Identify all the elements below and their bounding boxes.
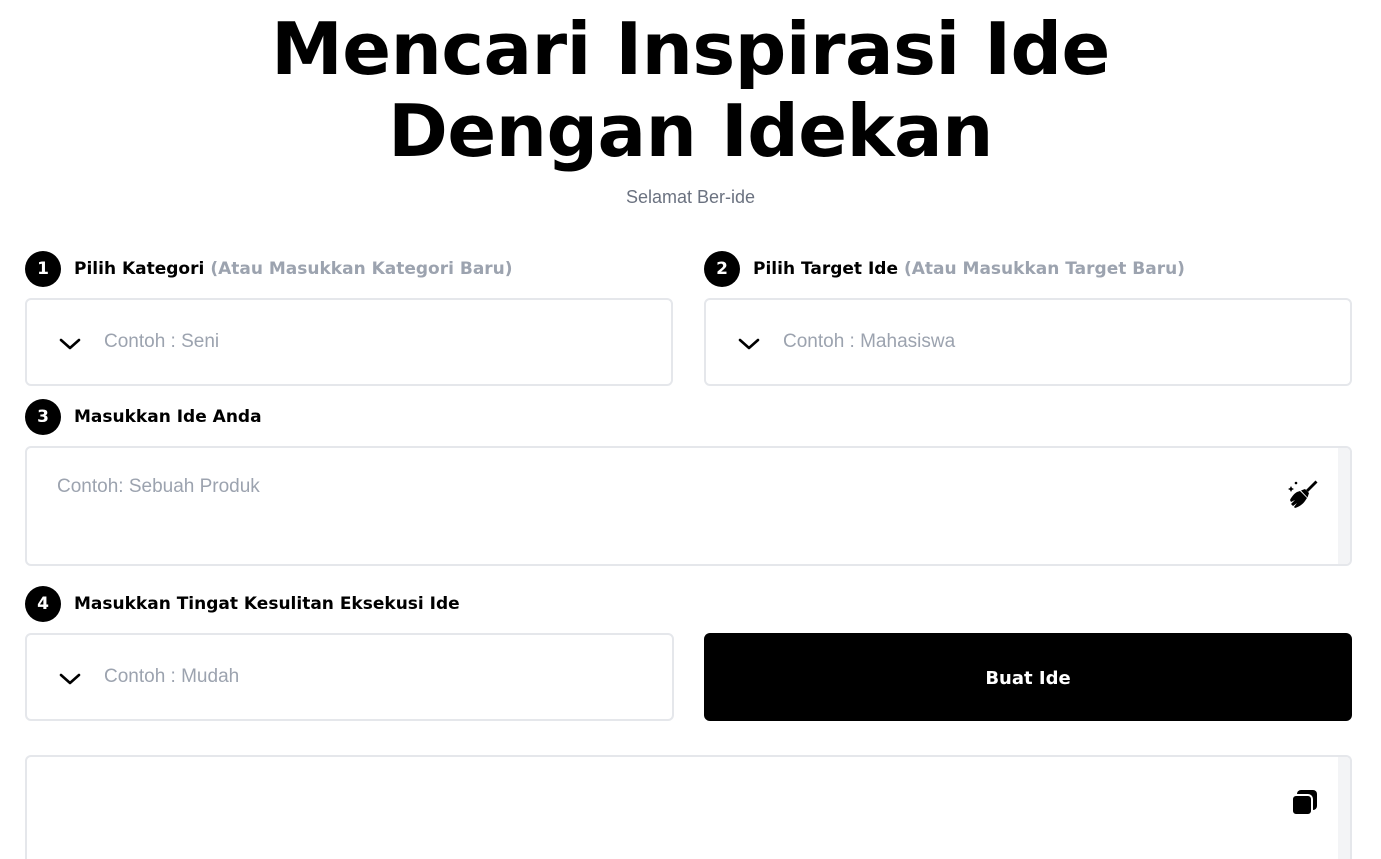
step-2-title: Pilih Target Ide	[753, 259, 898, 279]
idea-textarea-scrollbar[interactable]	[1338, 448, 1350, 564]
category-select[interactable]: Contoh : Seni	[25, 298, 673, 386]
step-1-title: Pilih Kategori	[74, 259, 205, 279]
page-title-line-2: Dengan Idekan	[388, 89, 993, 173]
step-2-label: 2 Pilih Target Ide (Atau Masukkan Target…	[704, 251, 1185, 287]
difficulty-select[interactable]: Contoh : Mudah	[25, 633, 674, 721]
difficulty-placeholder: Contoh : Mudah	[104, 666, 240, 687]
idea-textarea[interactable]: Contoh: Sebuah Produk	[25, 446, 1352, 566]
step-4-title: Masukkan Tingat Kesulitan Eksekusi Ide	[74, 594, 460, 614]
category-placeholder: Contoh : Seni	[104, 331, 220, 352]
broom-icon[interactable]	[1288, 478, 1320, 510]
result-output-scrollbar[interactable]	[1338, 757, 1350, 859]
step-1-label: 1 Pilih Kategori (Atau Masukkan Kategori…	[25, 251, 513, 287]
step-4-number: 4	[25, 586, 61, 622]
copy-icon[interactable]	[1288, 787, 1320, 819]
step-1-number: 1	[25, 251, 61, 287]
step-1-hint: (Atau Masukkan Kategori Baru)	[210, 259, 513, 279]
chevron-down-icon[interactable]	[737, 336, 761, 352]
step-3-number: 3	[25, 399, 61, 435]
page-title: Mencari Inspirasi Ide Dengan Idekan	[0, 8, 1381, 172]
chevron-down-icon[interactable]	[58, 336, 82, 352]
page-subtitle: Selamat Ber-ide	[625, 187, 756, 207]
idea-placeholder: Contoh: Sebuah Produk	[57, 476, 260, 497]
step-3-title: Masukkan Ide Anda	[74, 407, 262, 427]
target-placeholder: Contoh : Mahasiswa	[783, 331, 956, 352]
step-2-number: 2	[704, 251, 740, 287]
step-4-label: 4 Masukkan Tingat Kesulitan Eksekusi Ide	[25, 586, 460, 622]
target-select[interactable]: Contoh : Mahasiswa	[704, 298, 1352, 386]
chevron-down-icon[interactable]	[58, 671, 82, 687]
step-2-hint: (Atau Masukkan Target Baru)	[904, 259, 1185, 279]
page: Mencari Inspirasi Ide Dengan Idekan Sela…	[0, 0, 1381, 859]
page-title-line-1: Mencari Inspirasi Ide	[271, 7, 1110, 91]
result-output[interactable]	[25, 755, 1352, 859]
step-3-label: 3 Masukkan Ide Anda	[25, 399, 262, 435]
create-idea-button[interactable]: Buat Ide	[704, 633, 1352, 721]
